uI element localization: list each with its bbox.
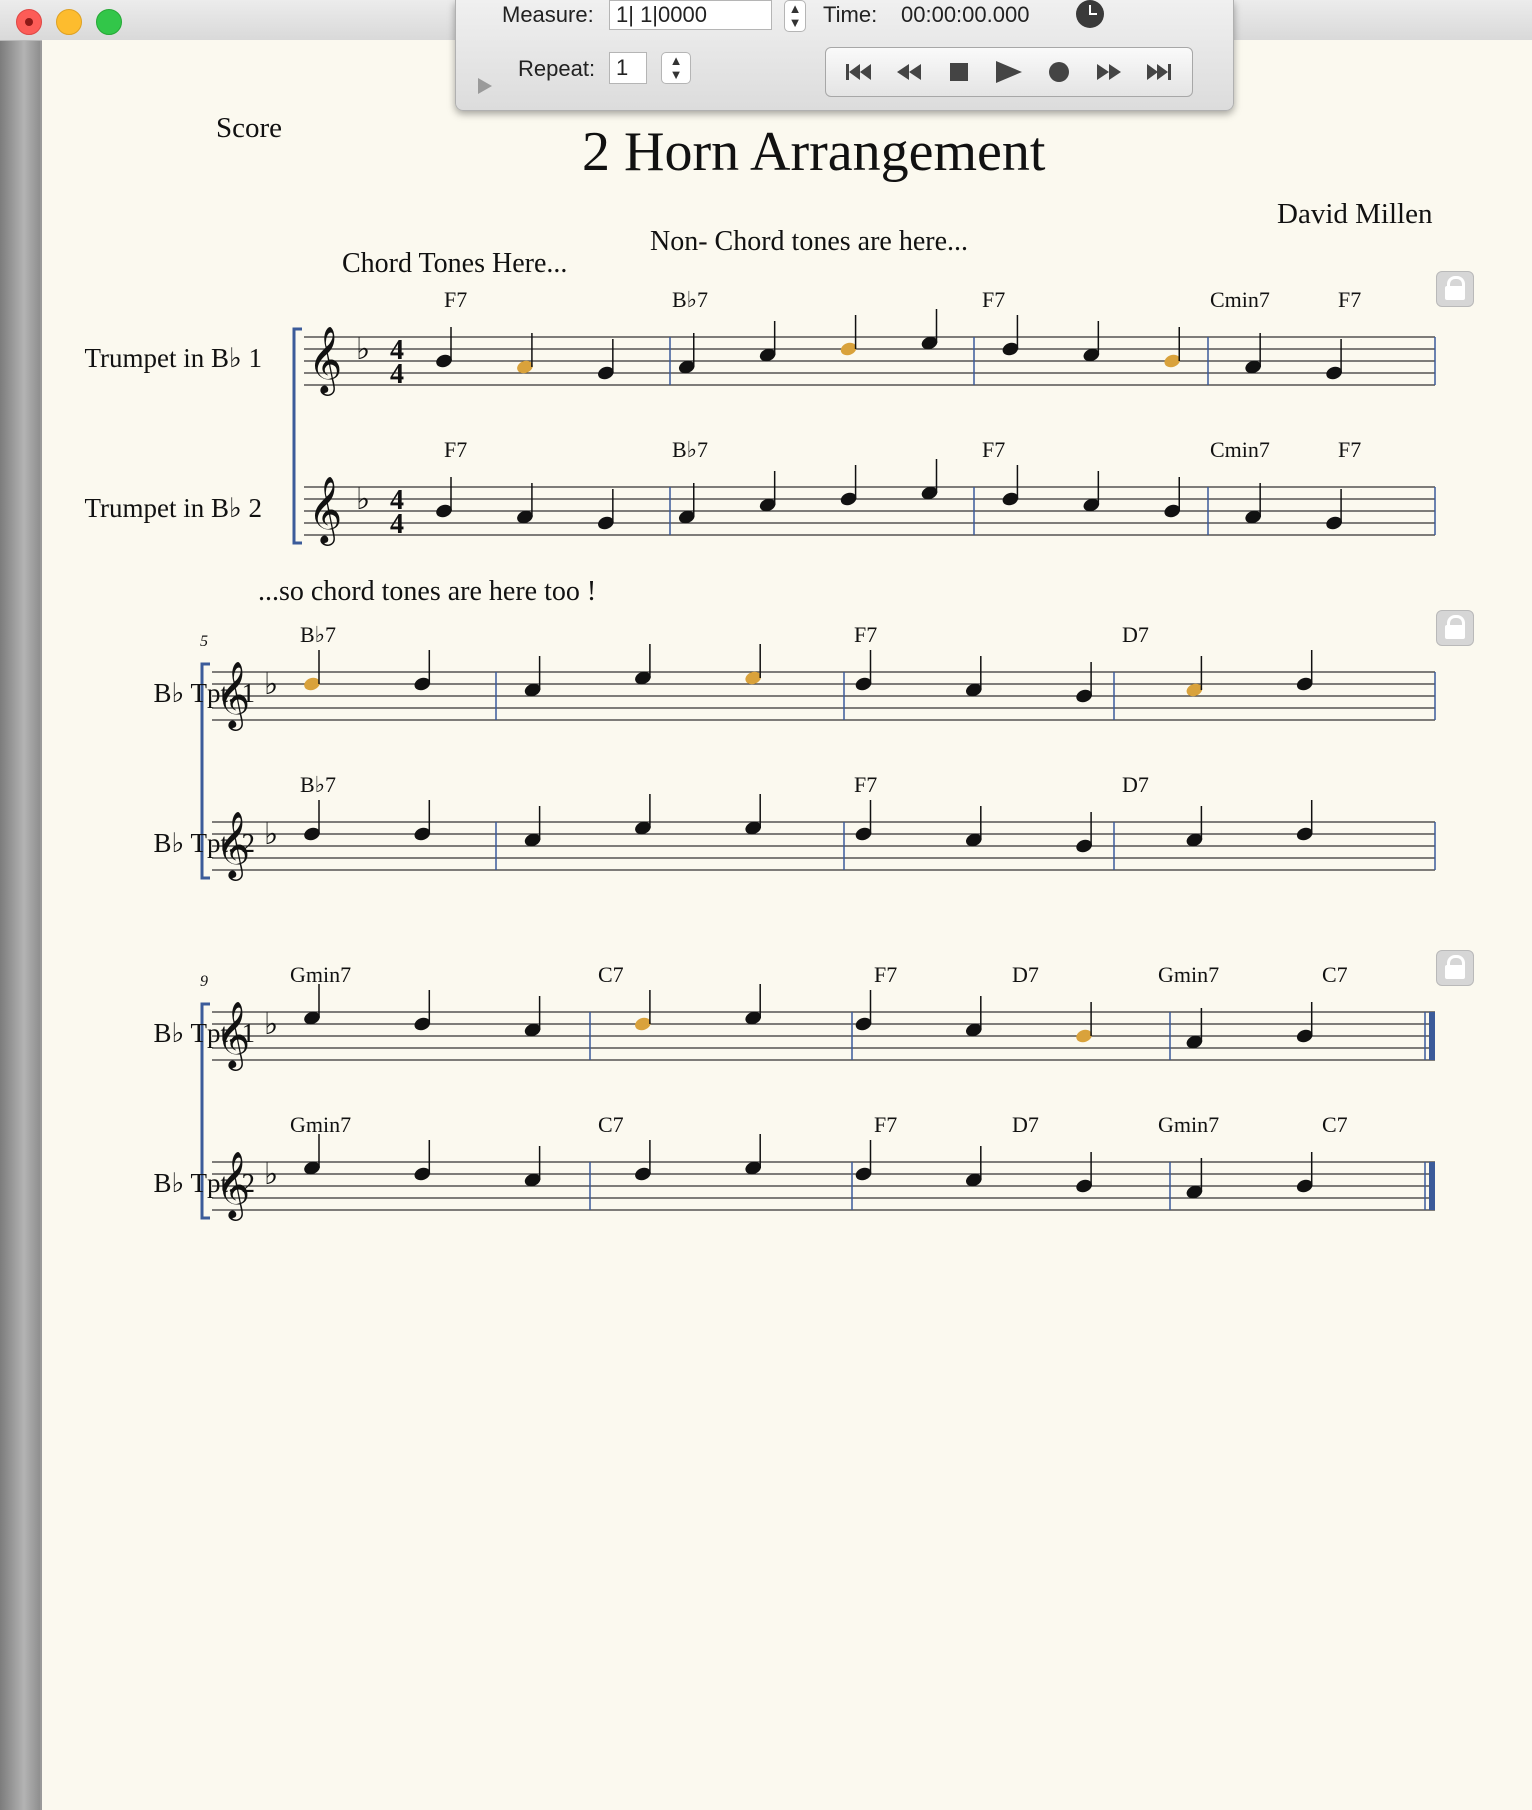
chord-symbol: C7 xyxy=(598,1112,624,1137)
chord-symbol: Gmin7 xyxy=(1158,1112,1219,1137)
time-signature-bottom: 4 xyxy=(390,509,404,540)
chord-symbol: F7 xyxy=(1338,287,1361,312)
lock-icon[interactable] xyxy=(1436,271,1474,307)
score-title: 2 Horn Arrangement xyxy=(582,121,1046,183)
measure-number: 5 xyxy=(200,633,208,650)
chord-symbol: F7 xyxy=(1338,437,1361,462)
measure-number: 9 xyxy=(200,973,208,990)
chord-symbol: C7 xyxy=(1322,1112,1348,1137)
measure-stepper[interactable]: ▲ ▼ xyxy=(784,0,806,32)
fast-forward-button[interactable] xyxy=(1089,52,1129,92)
play-button[interactable] xyxy=(989,52,1029,92)
key-flat-icon: ♭ xyxy=(264,1008,278,1041)
time-label: Time: xyxy=(823,2,878,27)
chord-symbol: D7 xyxy=(1012,962,1039,987)
annotation-chord-tones: Chord Tones Here... xyxy=(342,248,568,279)
treble-clef-icon: 𝄞 xyxy=(216,1002,250,1071)
repeat-label: Repeat: xyxy=(518,56,596,81)
stop-icon xyxy=(950,63,968,81)
treble-clef-icon: 𝄞 xyxy=(216,662,250,731)
chord-symbol: F7 xyxy=(444,437,467,462)
chord-symbol: C7 xyxy=(1322,962,1348,987)
measure-label: Measure: xyxy=(502,2,594,27)
rewind-button[interactable] xyxy=(889,52,929,92)
chord-symbol: F7 xyxy=(444,287,467,312)
annotation-non-chord-tones: Non- Chord tones are here... xyxy=(650,226,969,257)
desktop-edge xyxy=(0,0,40,1810)
record-icon xyxy=(1049,62,1069,82)
chord-symbol: D7 xyxy=(1122,622,1149,647)
annotation-chord-tones-too: ...so chord tones are here too ! xyxy=(258,576,597,607)
chord-symbol: B♭7 xyxy=(300,622,336,647)
score-notation: Trumpet in B♭ 1 𝄞 ♭ 4 4 F7 B♭7 F7 Cmin7 F7 Trumpet… xyxy=(84,287,1436,1221)
lock-icon[interactable] xyxy=(1436,610,1474,646)
composer-name: David Millen xyxy=(1277,198,1433,230)
repeat-field[interactable]: 1 xyxy=(609,52,647,84)
staff-name: Trumpet in B♭ 2 xyxy=(84,493,262,523)
rewind-to-start-button[interactable] xyxy=(839,52,879,92)
chord-symbol: D7 xyxy=(1012,1112,1039,1137)
score-label: Score xyxy=(216,112,283,144)
chord-symbol: F7 xyxy=(854,772,877,797)
repeat-stepper[interactable]: ▲ ▼ xyxy=(661,52,691,84)
staff-name: Trumpet in B♭ 1 xyxy=(84,343,262,373)
treble-clef-icon: 𝄞 xyxy=(308,477,342,546)
chord-symbol: Cmin7 xyxy=(1210,287,1270,312)
rewind-to-start-icon xyxy=(846,64,871,80)
forward-to-end-icon xyxy=(1147,64,1171,80)
treble-clef-icon: 𝄞 xyxy=(216,1152,250,1221)
chord-symbol: F7 xyxy=(982,287,1005,312)
key-flat-icon: ♭ xyxy=(356,333,370,366)
chord-symbol: Gmin7 xyxy=(290,1112,351,1137)
score-page: Trumpet in B♭ 1 𝄞 ♭ 4 4 F7 B♭7 F7 Cmin7 F7 Trumpet… xyxy=(42,40,1532,1810)
key-flat-icon: ♭ xyxy=(356,483,370,516)
clock-icon[interactable] xyxy=(1076,0,1104,28)
key-flat-icon: ♭ xyxy=(264,818,278,851)
minimize-window-button[interactable] xyxy=(56,9,82,35)
chord-symbol: C7 xyxy=(598,962,624,987)
zoom-window-button[interactable] xyxy=(96,9,122,35)
lock-icon[interactable] xyxy=(1436,950,1474,986)
record-button[interactable] xyxy=(1039,52,1079,92)
close-window-button[interactable] xyxy=(16,9,42,35)
key-flat-icon: ♭ xyxy=(264,1158,278,1191)
chord-symbol: F7 xyxy=(982,437,1005,462)
transport-controls xyxy=(825,47,1193,97)
chord-symbol: B♭7 xyxy=(672,287,708,312)
chord-symbol: Gmin7 xyxy=(290,962,351,987)
measure-field[interactable]: 1| 1|0000 xyxy=(609,0,772,30)
stop-button[interactable] xyxy=(939,52,979,92)
chord-symbol: D7 xyxy=(1122,772,1149,797)
play-icon xyxy=(996,61,1022,83)
chord-symbol: F7 xyxy=(874,962,897,987)
chord-symbol: B♭7 xyxy=(300,772,336,797)
forward-to-end-button[interactable] xyxy=(1139,52,1179,92)
treble-clef-icon: 𝄞 xyxy=(216,812,250,881)
chord-symbol: F7 xyxy=(874,1112,897,1137)
chord-symbol: F7 xyxy=(854,622,877,647)
fast-forward-icon xyxy=(1097,64,1121,80)
chord-symbol: Gmin7 xyxy=(1158,962,1219,987)
key-flat-icon: ♭ xyxy=(264,668,278,701)
chord-symbol: B♭7 xyxy=(672,437,708,462)
system-bracket xyxy=(292,327,302,545)
playback-panel: Measure: 1| 1|0000 ▲ ▼ Time: 00:00:00.000… xyxy=(455,0,1234,111)
treble-clef-icon: 𝄞 xyxy=(308,327,342,396)
disclosure-triangle-icon[interactable] xyxy=(478,78,492,94)
time-signature-bottom: 4 xyxy=(390,359,404,390)
rewind-icon xyxy=(897,64,921,80)
time-readout: 00:00:00.000 xyxy=(901,2,1030,27)
chord-symbol: Cmin7 xyxy=(1210,437,1270,462)
